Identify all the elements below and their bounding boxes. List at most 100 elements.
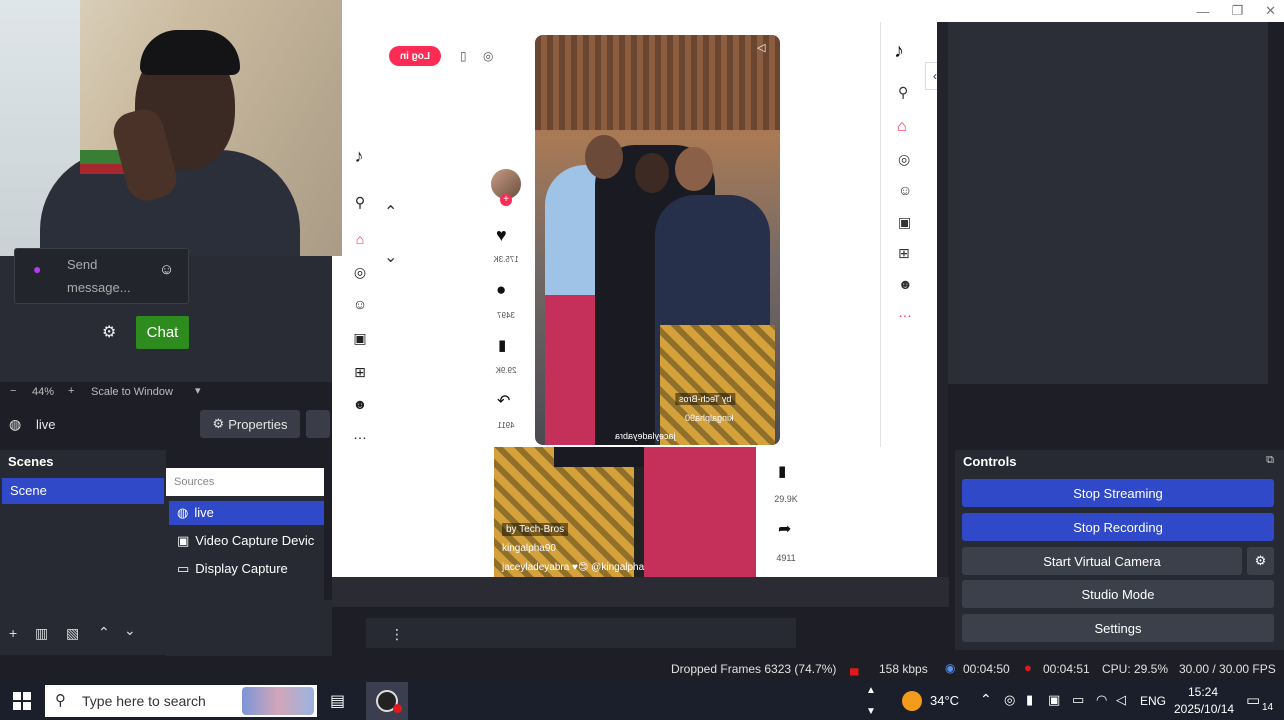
coin-icon[interactable]: ◎ [483,49,493,63]
virtual-camera-settings-icon[interactable]: ⚙ [1247,547,1274,575]
scene-item[interactable]: Scene [2,478,164,504]
move-up-icon[interactable]: ⌃ [98,624,110,641]
device-icon[interactable]: ▯ [460,49,467,63]
dropped-frames: Dropped Frames 6323 (74.7%) [671,662,837,676]
language-indicator[interactable]: ENG [1140,694,1166,708]
menu-dots-icon[interactable]: ⋮ [390,626,404,643]
bookmark-icon[interactable]: ▮ [498,336,506,354]
explore-icon[interactable]: ◎ [351,263,369,281]
tray-volume-icon[interactable]: ◁ [1116,692,1126,708]
share-icon[interactable]: ↶ [497,391,510,411]
video-player-second[interactable]: by Tech-Bros kingalpha90 jaceyladeyabra … [494,447,756,577]
scroll-up-taskbar-icon[interactable]: ▲ [866,685,876,696]
live-right-icon[interactable]: ▣ [898,214,911,231]
source-item-display-capture[interactable]: ▭ Display Capture [169,557,324,581]
bookmark-second-icon[interactable]: ▮ [778,462,786,480]
zoom-out-icon[interactable]: − [10,385,16,397]
scale-dropdown-icon[interactable]: ▾ [195,384,201,397]
search-icon[interactable]: ⚲ [351,193,369,211]
weather-sun-icon[interactable] [902,691,922,711]
tray-wifi-icon[interactable]: ◠ [1096,692,1107,708]
tiktok-logo-icon[interactable]: ♪ [350,146,368,166]
comment-icon[interactable]: ● [496,280,506,300]
explore-right-icon[interactable]: ◎ [898,151,910,168]
more-right-icon[interactable]: … [898,304,912,320]
profile-icon[interactable]: ☻ [351,395,369,413]
mute-icon[interactable]: ◁ [757,41,765,54]
chat-input[interactable]: ● Send message... ☺ [14,248,189,304]
comment-count: 3497 [497,311,515,320]
clock-time[interactable]: 15:24 [1188,685,1218,699]
share-count-second: 4911 [776,553,796,563]
filters-button[interactable] [306,410,330,438]
close-icon[interactable]: ✕ [1265,3,1276,19]
scroll-down-taskbar-icon[interactable]: ▼ [866,706,876,717]
taskbar-search-box[interactable]: ⚲ Type here to search [45,685,317,717]
like-icon[interactable]: ♥ [496,225,507,246]
task-view-icon[interactable]: ▤ [330,691,345,711]
windows-start-icon[interactable] [13,692,31,710]
record-dot-icon: ● [1024,660,1032,675]
scene-filters-icon[interactable]: ▧ [66,625,79,642]
status-bar: Dropped Frames 6323 (74.7%) ▄ 158 kbps ◉… [0,656,1284,682]
tiktok-logo-right-icon[interactable]: ♪ [894,40,904,63]
stop-recording-button[interactable]: Stop Recording [962,513,1274,541]
settings-button[interactable]: Settings [962,614,1274,642]
home-right-icon[interactable]: ⌂ [897,118,907,136]
notifications-icon[interactable]: ▭ [1246,691,1260,709]
controls-title: Controls [955,450,1284,472]
tray-mic-icon[interactable]: ▮ [1026,692,1033,708]
microphone-icon: ● [33,261,42,277]
remove-scene-icon[interactable]: ▥ [35,625,48,642]
preview-background-right [948,22,1268,384]
start-virtual-camera-button[interactable]: Start Virtual Camera [962,547,1242,575]
upload-icon[interactable]: ⊞ [351,363,369,381]
video-player[interactable]: ◁ by Tech-Bros kingalpha90 jaceyladeyabr… [535,35,780,445]
scroll-down-icon[interactable]: ⌄ [384,247,397,267]
upload-right-icon[interactable]: ⊞ [898,245,910,262]
login-button[interactable]: Log in [389,46,441,66]
collapse-nav-icon[interactable]: ‹ [925,62,937,90]
home-icon[interactable]: ⌂ [351,230,369,248]
share-second-icon[interactable]: ➦ [778,519,791,539]
profile-right-icon[interactable]: ☻ [898,276,913,292]
chat-send-button[interactable]: Chat [136,316,189,349]
clock-date[interactable]: 2025/10/14 [1174,702,1234,716]
display-capture-tiktok[interactable]: ♪ ⚲ ⌂ ◎ ☺ ▣ ⊞ ☻ … Log in ▯ ◎ ⌃ ⌄ + ♥ 175… [332,22,937,577]
minimize-icon[interactable]: — [1196,4,1209,19]
zoom-in-icon[interactable]: + [68,385,74,397]
more-icon[interactable]: … [351,425,369,443]
source-item-live[interactable]: ◍ live [169,501,324,525]
studio-mode-button[interactable]: Studio Mode [962,580,1274,608]
tray-chevron-icon[interactable]: ⌃ [980,691,992,708]
following-icon[interactable]: ☺ [351,295,369,313]
emoji-icon[interactable]: ☺ [159,261,174,278]
live-icon[interactable]: ▣ [351,329,369,347]
restore-icon[interactable]: ❐ [1231,3,1243,19]
share-count: 4911 [497,421,515,430]
add-scene-icon[interactable]: + [9,625,17,641]
chat-settings-gear-icon[interactable]: ⚙ [102,322,116,342]
chat-placeholder: Send message... [67,257,131,295]
face-left [585,135,623,179]
tray-security-icon[interactable]: ▣ [1048,692,1060,708]
camera-icon: ▣ [177,533,190,548]
search-right-icon[interactable]: ⚲ [898,84,908,101]
undock-icon[interactable]: ⧉ [1266,454,1274,467]
stop-streaming-button[interactable]: Stop Streaming [962,479,1274,507]
properties-button[interactable]: ⚙ Properties [200,410,300,438]
tray-battery-icon[interactable]: ▭ [1072,692,1084,708]
source-toolbar: ◍ live ⚙ Properties [0,410,330,440]
stream-time: 00:04:50 [963,662,1010,676]
scroll-up-icon[interactable]: ⌃ [384,202,397,222]
source-item-video-capture[interactable]: ▣ Video Capture Devic [169,529,324,553]
following-right-icon[interactable]: ☺ [898,182,912,198]
globe-source-icon: ◍ [177,505,189,520]
follow-plus-icon[interactable]: + [500,194,512,206]
tray-app-icon[interactable]: ◎ [1004,692,1015,708]
scale-mode-label[interactable]: Scale to Window [91,386,173,398]
move-down-icon[interactable]: ⌄ [124,622,136,639]
notification-count: 14 [1262,702,1274,713]
jacket-bottom [554,447,644,467]
obs-taskbar-button[interactable] [366,682,408,720]
